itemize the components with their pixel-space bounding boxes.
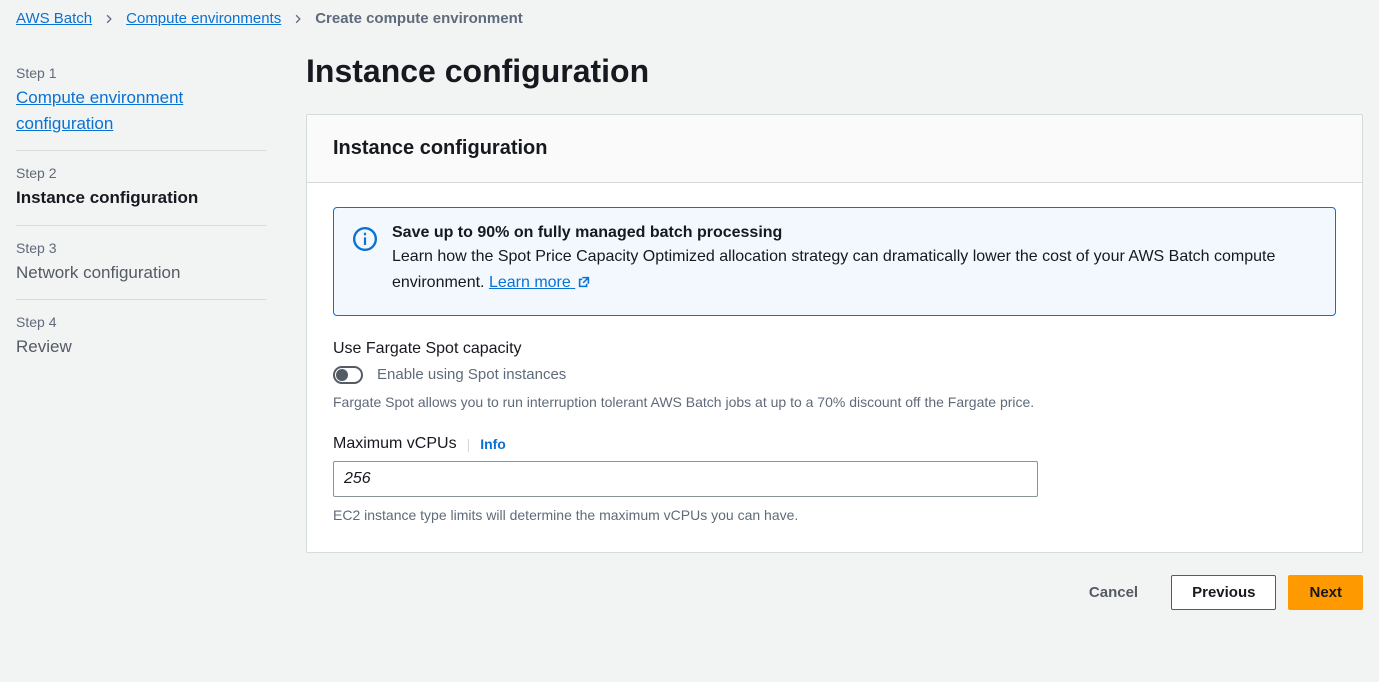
previous-button[interactable]: Previous [1171,575,1276,610]
external-link-icon [577,272,591,298]
panel-header: Instance configuration [307,115,1362,183]
wizard-nav: Step 1 Compute environment configuration… [16,43,266,610]
breadcrumb-link-aws-batch[interactable]: AWS Batch [16,10,92,27]
info-alert: Save up to 90% on fully managed batch pr… [333,207,1336,316]
max-vcpus-field: Maximum vCPUs | Info EC2 instance type l… [333,435,1336,526]
breadcrumb-link-compute-environments[interactable]: Compute environments [126,10,281,27]
wizard-step-4: Step 4 Review [16,300,266,374]
fargate-spot-helper: Fargate Spot allows you to run interrupt… [333,392,1336,413]
alert-body: Learn how the Spot Price Capacity Optimi… [392,244,1317,299]
fargate-spot-label: Use Fargate Spot capacity [333,340,1336,358]
chevron-right-icon [293,11,303,27]
wizard-step-title: Compute environment configuration [16,85,266,136]
wizard-step-num: Step 2 [16,165,266,181]
wizard-step-2: Step 2 Instance configuration [16,151,266,226]
breadcrumb: AWS Batch Compute environments Create co… [16,10,1363,43]
breadcrumb-current: Create compute environment [315,10,523,27]
page-title: Instance configuration [306,53,1363,90]
max-vcpus-label: Maximum vCPUs [333,435,457,453]
cancel-button[interactable]: Cancel [1068,575,1159,610]
wizard-step-num: Step 3 [16,240,266,256]
chevron-right-icon [104,11,114,27]
wizard-step-title: Network configuration [16,260,266,286]
instance-configuration-panel: Instance configuration Save up to 90 [306,114,1363,553]
main-content: Instance configuration Instance configur… [306,43,1363,610]
next-button[interactable]: Next [1288,575,1363,610]
wizard-step-3: Step 3 Network configuration [16,226,266,301]
wizard-actions: Cancel Previous Next [306,575,1363,610]
learn-more-link[interactable]: Learn more [489,274,591,291]
wizard-step-title: Review [16,334,266,360]
wizard-step-1[interactable]: Step 1 Compute environment configuration [16,51,266,151]
max-vcpus-input[interactable] [333,461,1038,497]
wizard-step-num: Step 4 [16,314,266,330]
fargate-spot-toggle-label: Enable using Spot instances [377,366,566,383]
panel-title: Instance configuration [333,137,1336,160]
alert-title: Save up to 90% on fully managed batch pr… [392,224,1317,242]
wizard-step-title: Instance configuration [16,185,266,211]
info-icon [352,226,378,299]
fargate-spot-field: Use Fargate Spot capacity Enable using S… [333,340,1336,413]
max-vcpus-helper: EC2 instance type limits will determine … [333,505,1336,526]
max-vcpus-info-link[interactable]: Info [480,436,506,452]
wizard-step-num: Step 1 [16,65,266,81]
fargate-spot-toggle[interactable] [333,366,363,384]
